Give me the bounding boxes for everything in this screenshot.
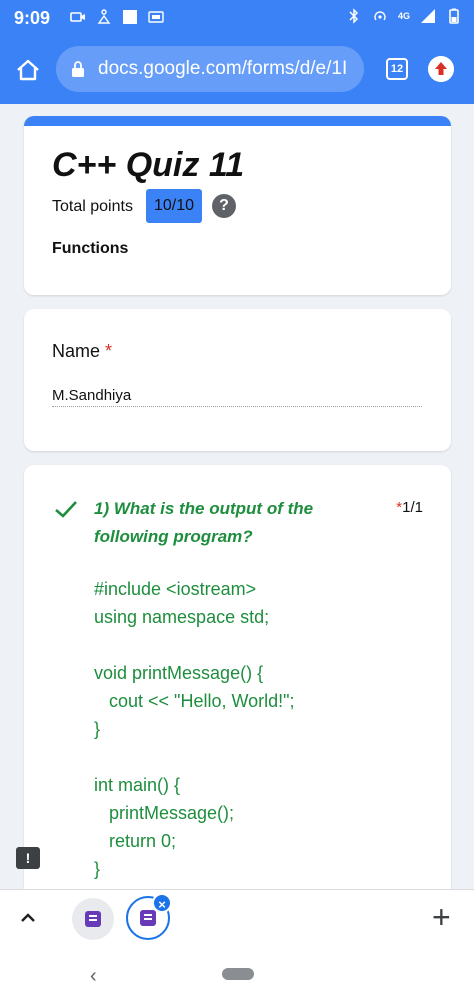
video-icon: [70, 12, 85, 22]
chevron-up-icon[interactable]: [18, 908, 38, 928]
url-row: docs.google.com/forms/d/e/1I 12: [0, 44, 474, 100]
feedback-icon[interactable]: !: [16, 847, 40, 869]
home-pill[interactable]: [222, 968, 254, 980]
new-tab-button[interactable]: +: [432, 901, 451, 933]
home-icon[interactable]: [14, 56, 42, 84]
total-points-label: Total points: [52, 198, 133, 215]
code-snippet: #include <iostream> using namespace std;…: [94, 579, 295, 879]
hotspot-icon: [374, 11, 386, 21]
accessibility-icon: [97, 9, 111, 24]
back-icon[interactable]: ‹: [90, 965, 97, 988]
tab-switcher-button[interactable]: 12: [386, 58, 408, 80]
question-card: 1) What is the output of the following p…: [24, 465, 451, 905]
tab-strip: +: [0, 889, 474, 947]
forms-icon: [140, 910, 156, 926]
upload-icon[interactable]: [428, 56, 454, 82]
required-star: *: [105, 341, 113, 361]
quiz-title: C++ Quiz 11: [52, 146, 245, 184]
id-card-icon: [148, 11, 164, 23]
name-value: M.Sandhiya: [52, 387, 132, 404]
status-bar: 9:09 4G: [0, 0, 474, 36]
browser-chrome: 9:09 4G docs.google.com/forms/d/e/1I 12: [0, 0, 474, 104]
system-nav-bar: ‹: [0, 947, 474, 1001]
name-label-text: Name: [52, 341, 101, 361]
signal-icon: [421, 9, 435, 23]
question-score: *1/1: [396, 499, 423, 516]
tab-forms-1[interactable]: [72, 898, 114, 940]
help-icon[interactable]: ?: [212, 194, 236, 218]
address-bar[interactable]: docs.google.com/forms/d/e/1I: [56, 46, 364, 92]
section-label: Functions: [52, 240, 129, 257]
quiz-header-card: C++ Quiz 11 Total points 10/10 ? Functio…: [24, 116, 451, 295]
name-label: Name *: [52, 341, 112, 362]
status-time: 9:09: [14, 8, 51, 28]
card-accent: [24, 116, 451, 126]
system-icons: 4G: [346, 8, 462, 24]
battery-icon: [449, 8, 459, 24]
points-badge: 10/10: [146, 189, 202, 223]
lock-icon: [72, 61, 84, 77]
network-type: 4G: [397, 11, 410, 21]
close-tab-icon[interactable]: ×: [152, 893, 172, 913]
name-card: Name * M.Sandhiya: [24, 309, 451, 451]
name-underline: [52, 406, 422, 407]
bluetooth-icon: [349, 8, 359, 24]
url-text: docs.google.com/forms/d/e/1I: [98, 58, 348, 79]
question-text: 1) What is the output of the following p…: [94, 499, 314, 546]
square-icon: [123, 10, 137, 24]
score-value: 1/1: [402, 499, 423, 516]
check-icon: [55, 501, 77, 518]
notification-icons: [70, 9, 164, 25]
forms-icon: [85, 911, 101, 927]
